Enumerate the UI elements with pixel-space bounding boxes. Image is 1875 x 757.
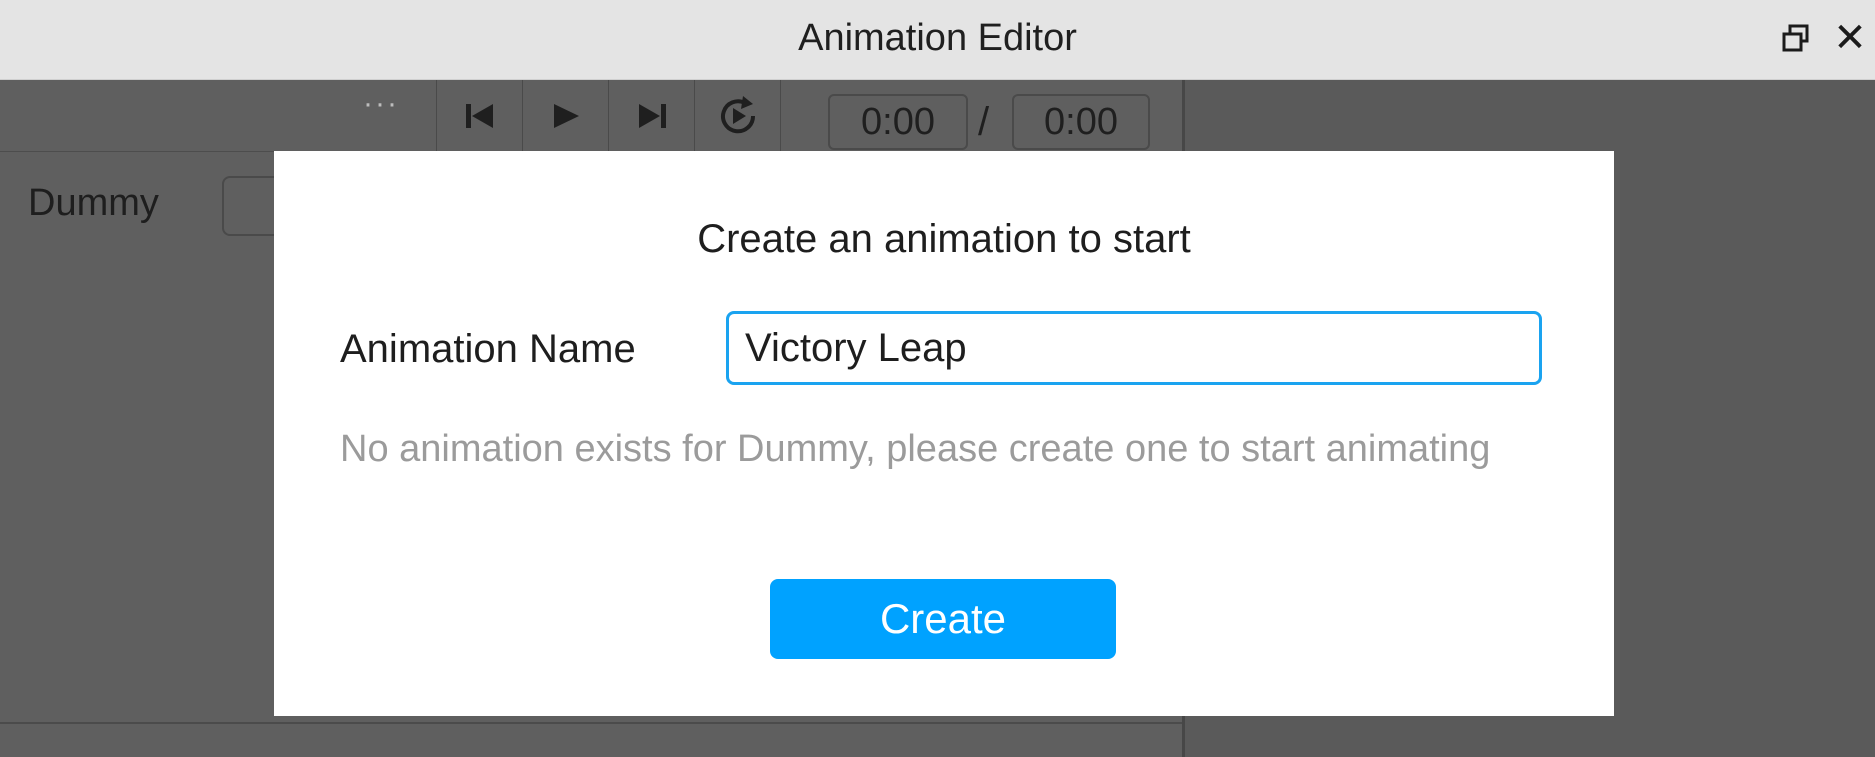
create-button[interactable]: Create: [770, 579, 1116, 659]
animation-name-label: Animation Name: [340, 327, 636, 371]
skip-to-end-button[interactable]: [608, 80, 694, 152]
skip-to-start-button[interactable]: [436, 80, 522, 152]
close-icon[interactable]: ✕: [1828, 16, 1872, 60]
current-time-field[interactable]: 0:00: [828, 94, 968, 150]
playback-toolbar: ··· 0:00 / 0:00: [0, 80, 1182, 152]
window-title: Animation Editor: [798, 17, 1077, 59]
dialog-heading: Create an animation to start: [697, 217, 1191, 261]
time-separator: /: [978, 100, 990, 144]
more-options-button[interactable]: ···: [356, 89, 406, 130]
restore-window-icon[interactable]: [1774, 16, 1818, 60]
loop-button[interactable]: [694, 80, 780, 152]
dialog-hint-text: No animation exists for Dummy, please cr…: [340, 428, 1491, 470]
create-animation-dialog: Create an animation to start Animation N…: [274, 151, 1614, 716]
play-icon: [553, 104, 579, 128]
skip-to-start-icon: [465, 104, 493, 128]
window-titlebar: Animation Editor ✕: [0, 0, 1875, 80]
skip-to-end-icon: [638, 104, 666, 128]
toolbar-separator: [780, 80, 781, 152]
animation-name-input[interactable]: [726, 311, 1542, 385]
rig-name-label: Dummy: [28, 182, 159, 224]
loop-icon: [720, 96, 755, 134]
total-time-field[interactable]: 0:00: [1012, 94, 1150, 150]
timeline-divider: [0, 722, 1182, 724]
play-button[interactable]: [522, 80, 608, 152]
